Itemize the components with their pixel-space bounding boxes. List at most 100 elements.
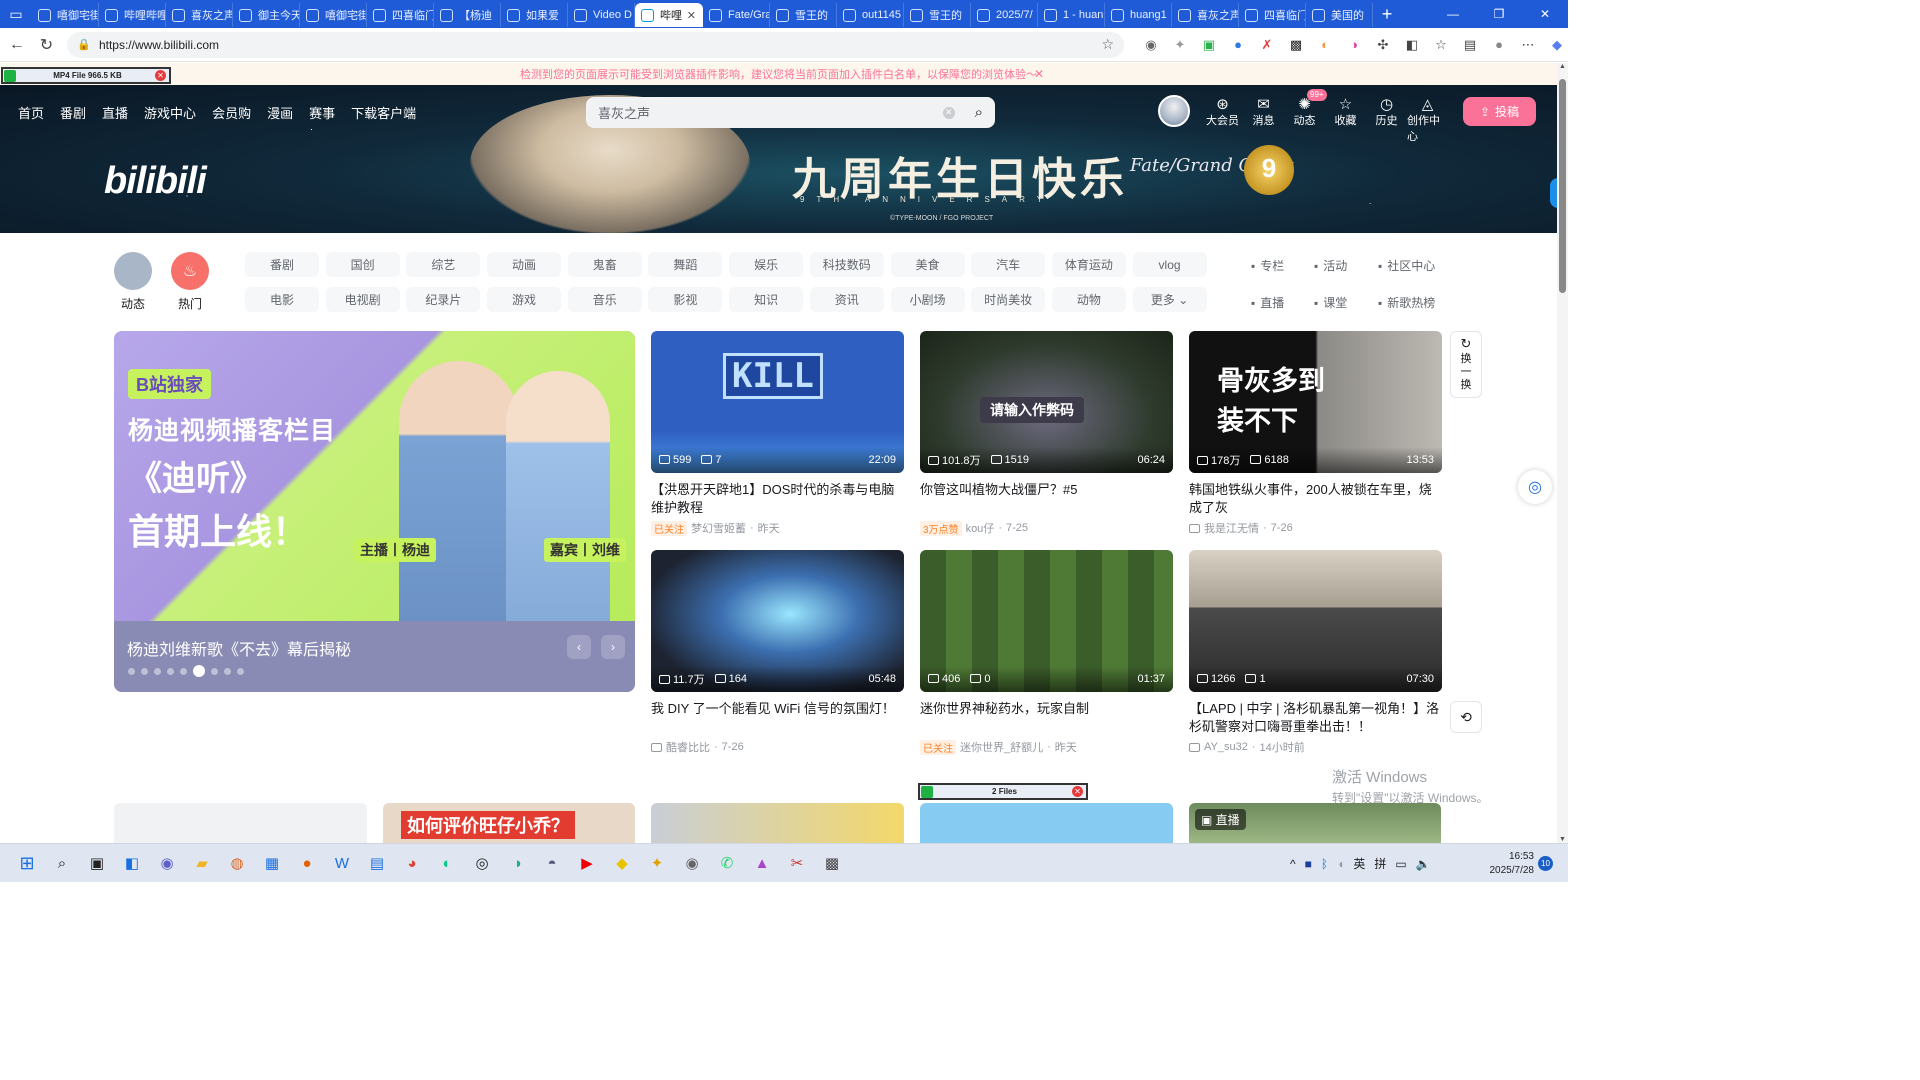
tab[interactable]: Video D: [568, 3, 635, 27]
video-thumbnail[interactable]: 11.7万 164 05:48: [651, 550, 904, 692]
more-menu-icon[interactable]: ⋯: [1517, 34, 1539, 56]
snapchat-icon[interactable]: ◆: [609, 850, 635, 876]
reload-button[interactable]: ↻: [32, 35, 62, 55]
tab[interactable]: 雪王的: [770, 3, 837, 27]
video-title[interactable]: 【LAPD | 中字 | 洛杉矶暴乱第一视角！】洛杉矶警察对口嗨哥重拳出击！！: [1189, 700, 1442, 736]
extension-icon[interactable]: ◉: [1140, 34, 1162, 56]
firefox-icon[interactable]: ●: [294, 850, 320, 876]
extension-icon[interactable]: ▩: [1285, 34, 1307, 56]
tab[interactable]: 御主今天: [233, 3, 300, 27]
tab[interactable]: 四喜临门: [1239, 3, 1306, 27]
channel-14[interactable]: 纪录片: [406, 287, 481, 312]
ime-mode[interactable]: 拼: [1374, 855, 1386, 872]
channel-1[interactable]: 国创: [325, 252, 400, 277]
channel-8[interactable]: 美食: [890, 252, 965, 277]
windows-start-icon[interactable]: ⊞: [14, 850, 40, 876]
carousel-prev-button[interactable]: ‹: [567, 635, 591, 659]
video-thumbnail-placeholder[interactable]: [114, 803, 367, 843]
video-thumbnail[interactable]: KILL 599 7 22:09: [651, 331, 904, 473]
copilot-icon[interactable]: ◆: [1546, 34, 1568, 56]
scroll-up-arrow-icon[interactable]: ▲: [1557, 63, 1568, 70]
tab[interactable]: huang1: [1105, 3, 1172, 27]
app-icon[interactable]: ▤: [364, 850, 390, 876]
edge-icon[interactable]: ◐: [434, 850, 460, 876]
bluetooth-icon[interactable]: ᛒ: [1321, 857, 1328, 871]
tab[interactable]: 喜灰之声: [1172, 3, 1239, 27]
teams-icon[interactable]: ◉: [154, 850, 180, 876]
tab[interactable]: 【杨迪: [434, 3, 501, 27]
channel-20[interactable]: 小剧场: [890, 287, 965, 312]
channel-4[interactable]: 鬼畜: [567, 252, 642, 277]
youtube-icon[interactable]: ▶: [574, 850, 600, 876]
side-link[interactable]: 社区中心: [1378, 257, 1458, 274]
video-title[interactable]: 迷你世界神秘药水，玩家自制: [920, 700, 1173, 736]
video-card[interactable]: 骨灰多到装不下 178万 6188 13:53 韩国地铁纵火事件，200人被锁在车里，烧…: [1189, 331, 1442, 536]
header-history-link[interactable]: ◷ 历史: [1366, 95, 1407, 128]
files-chip-close-icon[interactable]: ✕: [1072, 786, 1083, 797]
notice-close-icon[interactable]: ✕: [1034, 67, 1044, 81]
channel-12[interactable]: 电影: [245, 287, 319, 312]
chrome-icon[interactable]: ◕: [399, 850, 425, 876]
carousel-dot[interactable]: [193, 665, 205, 677]
bookmark-star-icon[interactable]: ☆: [1101, 36, 1114, 53]
media-icon[interactable]: ◉: [679, 850, 705, 876]
uploader-name[interactable]: kou仔: [966, 520, 995, 536]
carousel-dot[interactable]: [154, 667, 161, 675]
channel-19[interactable]: 资讯: [809, 287, 884, 312]
video-card[interactable]: 1266 1 07:30 【LAPD | 中字 | 洛杉矶暴乱第一视角！】洛杉矶警察对…: [1189, 550, 1442, 755]
nav-link[interactable]: 漫画: [267, 103, 293, 122]
video-thumbnail[interactable]: 请输入作弊码 101.8万 1519 06:24: [920, 331, 1173, 473]
video-title[interactable]: 我 DIY 了一个能看见 WiFi 信号的氛围灯！: [651, 700, 904, 736]
uploader-name[interactable]: 我是江无情: [1204, 520, 1259, 536]
tab[interactable]: 美国的: [1306, 3, 1373, 27]
nav-home[interactable]: 首页: [18, 103, 44, 122]
app-icon[interactable]: ◍: [224, 850, 250, 876]
new-tab-button[interactable]: +: [1373, 4, 1401, 25]
video-title[interactable]: 你管这叫植物大战僵尸？#5: [920, 481, 1173, 517]
app-icon[interactable]: ✦: [644, 850, 670, 876]
search-input[interactable]: 喜灰之声: [598, 103, 650, 122]
back-to-top-button[interactable]: ⟲: [1450, 701, 1482, 733]
uploader-name[interactable]: 酷睿比比: [666, 739, 710, 755]
channel-18[interactable]: 知识: [729, 287, 804, 312]
video-card[interactable]: KILL 599 7 22:09 【洪恩开天辟地1】DOS时代的杀毒与电脑维护教程 已关注…: [651, 331, 904, 536]
video-card[interactable]: 11.7万 164 05:48 我 DIY 了一个能看见 WiFi 信号的氛围灯！ 酷睿…: [651, 550, 904, 755]
tab[interactable]: 如果爱: [501, 3, 568, 27]
tab-close-icon[interactable]: ✕: [687, 9, 696, 22]
task-view-icon[interactable]: ▣: [84, 850, 110, 876]
video-thumbnail[interactable]: [920, 803, 1173, 843]
minimize-icon[interactable]: —: [1430, 7, 1476, 21]
channel-23[interactable]: 更多 ⌄: [1132, 287, 1207, 312]
nav-link[interactable]: 直播: [102, 103, 128, 122]
carousel-dot[interactable]: [211, 667, 218, 675]
featured-carousel[interactable]: B站独家 杨迪视频播客栏目 《迪听》 首期上线！ 主播丨杨迪 嘉宾丨刘维 杨迪刘…: [114, 331, 635, 692]
widgets-icon[interactable]: ◧: [119, 850, 145, 876]
live-thumbnail[interactable]: ▣ 直播: [1189, 803, 1441, 843]
channel-15[interactable]: 游戏: [487, 287, 562, 312]
scrollbar-thumb[interactable]: [1559, 79, 1566, 293]
header-favorite-link[interactable]: ☆ 收藏: [1325, 95, 1366, 128]
tab[interactable]: 2025/7/: [971, 3, 1038, 27]
channel-17[interactable]: 影视: [648, 287, 723, 312]
carousel-dot[interactable]: [141, 667, 148, 675]
assistant-float-icon[interactable]: ◎: [1518, 470, 1552, 504]
whatsapp-icon[interactable]: ✆: [714, 850, 740, 876]
channel-10[interactable]: 体育运动: [1051, 252, 1126, 277]
taskbar-clock[interactable]: 16:53 2025/7/28: [1478, 850, 1535, 878]
video-thumbnail[interactable]: 406 0 01:37: [920, 550, 1173, 692]
download-chip[interactable]: MP4 File 966.5 KB ✕: [1, 67, 171, 84]
tab[interactable]: 嘻御宅街: [300, 3, 367, 27]
search-icon[interactable]: ⌕: [49, 850, 75, 876]
volume-icon[interactable]: 🔈: [1416, 857, 1431, 871]
extension-icon[interactable]: ✗: [1256, 34, 1278, 56]
channel-13[interactable]: 电视剧: [325, 287, 400, 312]
download-chip-close-icon[interactable]: ✕: [155, 70, 166, 81]
nav-link[interactable]: 游戏中心: [144, 103, 196, 122]
uploader-name[interactable]: 梦幻雪姬蓄: [691, 520, 746, 536]
page-scrollbar[interactable]: ▲ ▼: [1557, 63, 1568, 843]
edge-dev-icon[interactable]: ◑: [504, 850, 530, 876]
notification-badge[interactable]: 10: [1538, 856, 1553, 871]
channel-21[interactable]: 时尚美妆: [971, 287, 1046, 312]
scroll-down-arrow-icon[interactable]: ▼: [1557, 836, 1568, 843]
video-thumbnail[interactable]: 骨灰多到装不下 178万 6188 13:53: [1189, 331, 1442, 473]
